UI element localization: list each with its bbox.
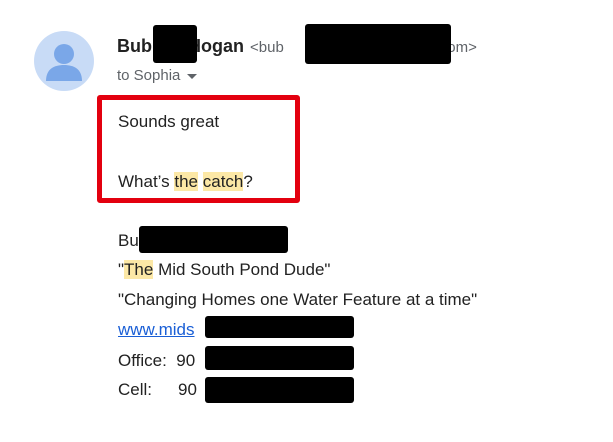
redaction-block (139, 226, 288, 253)
tagline-text: Mid South Pond Dude" (153, 260, 331, 279)
redaction-block (205, 316, 354, 338)
office-number[interactable]: 90 (176, 351, 195, 370)
signature-cell: Cell: 90 (118, 380, 197, 400)
redaction-block (153, 25, 197, 63)
sender-avatar[interactable] (34, 31, 94, 91)
signature-motto: "Changing Homes one Water Feature at a t… (118, 290, 478, 309)
recipient-label: to Sophia (117, 67, 181, 84)
person-avatar-icon (46, 44, 82, 81)
signature-name: Bu (118, 231, 139, 250)
sender-email-start: <bub (250, 39, 284, 56)
redaction-block (205, 346, 354, 370)
message-line-1: Sounds great (118, 112, 220, 131)
recipient-line[interactable]: to Sophia (117, 67, 198, 84)
search-highlight: the (174, 172, 199, 191)
signature-website[interactable]: www.mids (118, 320, 195, 340)
redaction-block (205, 377, 354, 403)
message-line-2: What’s the catch? (118, 172, 253, 192)
signature-office: Office: 90 (118, 351, 195, 371)
website-link[interactable]: www.mids (118, 320, 195, 339)
cell-number[interactable]: 90 (178, 380, 197, 399)
sender-name-start[interactable]: Bub (117, 36, 152, 56)
redaction-block (305, 24, 451, 64)
message-text: ? (243, 172, 253, 191)
cell-label: Cell: (118, 380, 153, 399)
signature-tagline: "The Mid South Pond Dude" (118, 260, 330, 280)
search-highlight: catch (202, 172, 244, 191)
office-label: Office: (118, 351, 167, 370)
chevron-down-icon[interactable] (187, 73, 198, 79)
message-text: What’s (118, 172, 175, 191)
search-highlight: The (124, 260, 154, 279)
